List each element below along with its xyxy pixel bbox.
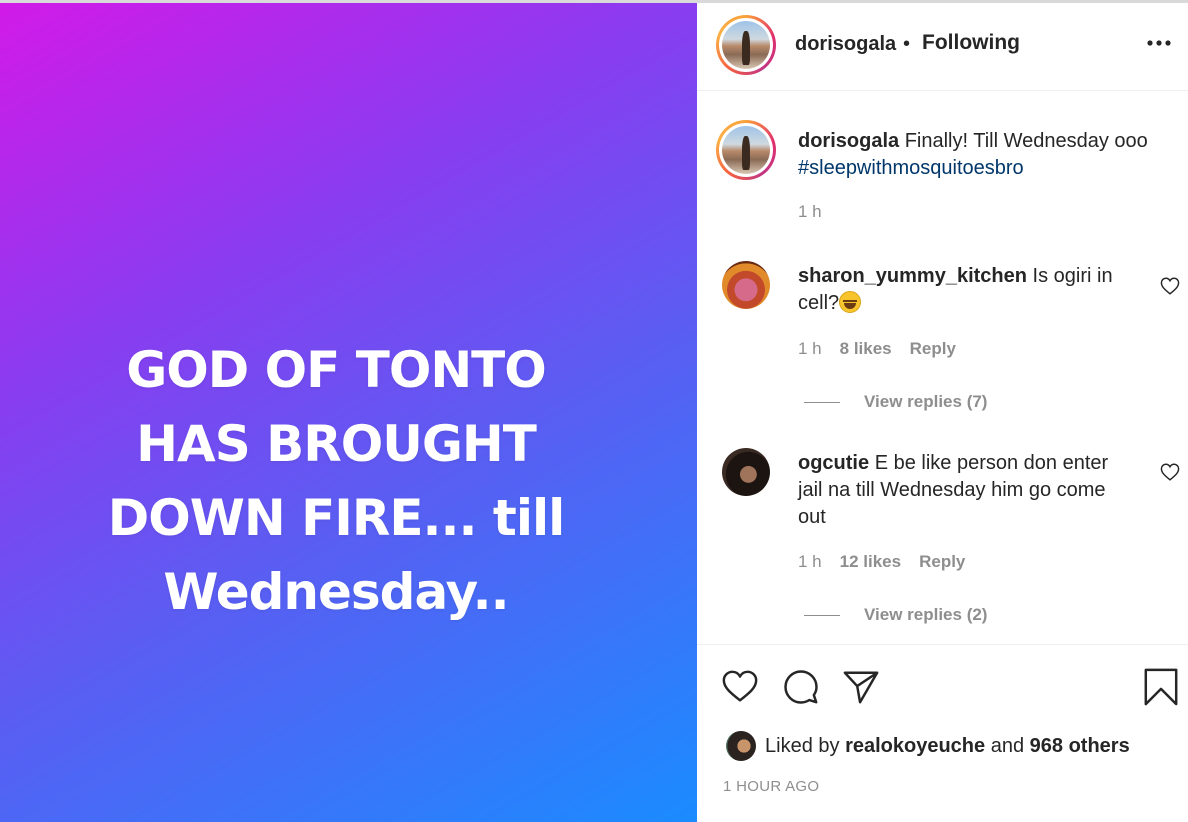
reply-button[interactable]: Reply bbox=[910, 339, 956, 359]
reply-button[interactable]: Reply bbox=[919, 552, 965, 572]
comment-meta: 1 h 12 likes Reply bbox=[798, 552, 965, 572]
liked-by-others[interactable]: 968 others bbox=[1030, 735, 1130, 757]
caption-hashtag[interactable]: #sleepwithmosquitoesbro bbox=[798, 157, 1024, 179]
post-image: GOD OF TONTO HAS BROUGHT DOWN FIRE... ti… bbox=[0, 3, 697, 822]
more-horizontal-icon[interactable] bbox=[1145, 33, 1173, 53]
comment-username[interactable]: ogcutie bbox=[798, 452, 869, 474]
post-header: dorisogala • Following bbox=[697, 3, 1188, 91]
send-icon[interactable] bbox=[842, 668, 880, 706]
post-side-panel: dorisogala • Following dorisogala Finall… bbox=[697, 3, 1188, 822]
comment-likes[interactable]: 12 likes bbox=[840, 552, 901, 572]
caption-username[interactable]: dorisogala bbox=[798, 130, 899, 152]
commenter-avatar[interactable] bbox=[722, 261, 770, 309]
bookmark-icon[interactable] bbox=[1142, 668, 1180, 706]
grinning-squint-emoji bbox=[839, 291, 862, 313]
author-username[interactable]: dorisogala bbox=[795, 33, 896, 56]
view-replies-label: View replies (7) bbox=[864, 392, 988, 411]
comment-text: ogcutie E be like person don enter jail … bbox=[798, 450, 1138, 531]
comment-like-heart-icon[interactable] bbox=[1160, 463, 1180, 481]
caption-time[interactable]: 1 h bbox=[798, 202, 822, 222]
comment-like-heart-icon[interactable] bbox=[1160, 277, 1180, 295]
comments-list[interactable]: dorisogala Finally! Till Wednesday ooo #… bbox=[697, 92, 1188, 644]
comment-time[interactable]: 1 h bbox=[798, 552, 822, 572]
view-replies-button[interactable]: View replies (7) bbox=[804, 392, 987, 412]
caption-text: dorisogala Finally! Till Wednesday ooo #… bbox=[798, 128, 1168, 182]
liker-avatar[interactable] bbox=[726, 731, 756, 761]
caption-body: Finally! Till Wednesday ooo bbox=[904, 130, 1148, 152]
view-replies-button[interactable]: View replies (2) bbox=[804, 605, 987, 625]
author-avatar[interactable] bbox=[716, 15, 776, 75]
replies-line bbox=[804, 401, 840, 403]
following-button[interactable]: Following bbox=[922, 31, 1020, 55]
comment-likes[interactable]: 8 likes bbox=[840, 339, 892, 359]
post-image-text: GOD OF TONTO HAS BROUGHT DOWN FIRE... ti… bbox=[107, 341, 566, 621]
liked-by-prefix: Liked by bbox=[765, 735, 840, 757]
view-replies-label: View replies (2) bbox=[864, 605, 988, 624]
heart-icon[interactable] bbox=[721, 668, 759, 706]
post-actions: Liked by realokoyeuche and 968 others 1 … bbox=[697, 644, 1188, 822]
liked-by-user[interactable]: realokoyeuche bbox=[845, 735, 985, 757]
commenter-avatar[interactable] bbox=[722, 448, 770, 496]
post-timestamp[interactable]: 1 HOUR AGO bbox=[723, 778, 819, 795]
comment-meta: 1 h 8 likes Reply bbox=[798, 339, 956, 359]
replies-line bbox=[804, 614, 840, 616]
caption-avatar[interactable] bbox=[716, 120, 776, 180]
comment-text: sharon_yummy_kitchen Is ogiri in cell? bbox=[798, 263, 1138, 317]
comment-username[interactable]: sharon_yummy_kitchen bbox=[798, 265, 1027, 287]
comment-time[interactable]: 1 h bbox=[798, 339, 822, 359]
liked-by-and: and bbox=[990, 735, 1025, 757]
comment-icon[interactable] bbox=[782, 668, 820, 706]
separator-dot: • bbox=[903, 33, 911, 55]
liked-by-text: Liked by realokoyeuche and 968 others bbox=[765, 735, 1130, 758]
